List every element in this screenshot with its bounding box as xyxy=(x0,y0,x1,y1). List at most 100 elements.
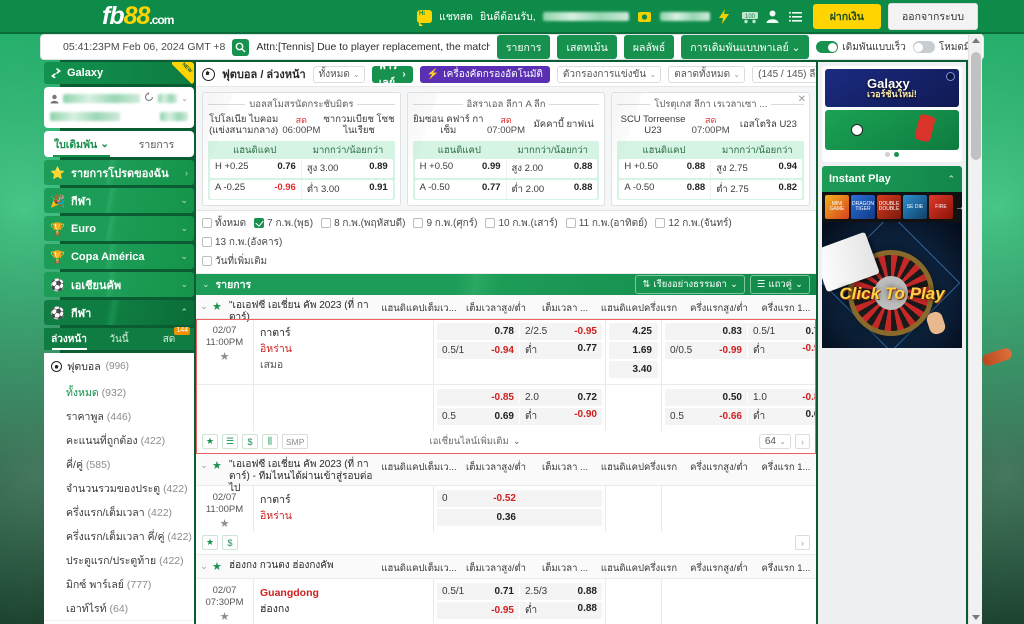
nav-button-statement[interactable]: เสตทเม้น xyxy=(557,35,617,59)
dollar-icon[interactable]: $ xyxy=(222,535,238,551)
sidebar-market-correct-score[interactable]: คะแนนที่ถูกต้อง (422) xyxy=(44,428,194,452)
odds-row[interactable]: A -0.25 -0.96 ต่ำ 3.00 0.91 xyxy=(210,179,393,199)
chart-icon[interactable]: ⫼ xyxy=(262,434,278,450)
market-filter-dropdown[interactable]: ตลาดทั้งหมด ⌄ xyxy=(668,65,746,83)
promo-cta[interactable]: Click To Play xyxy=(822,284,962,304)
live-card[interactable]: บอลสโมสรนัดกระชับมิตร โปโลเนีย ไบคอม (แข… xyxy=(202,92,401,206)
scrollbar-thumb[interactable] xyxy=(971,52,981,160)
checkbox[interactable] xyxy=(202,237,212,248)
collapse-icon[interactable]: ⌄ xyxy=(196,295,212,312)
subtab-early[interactable]: ล่วงหน้า xyxy=(44,328,94,350)
sidebar-market-total-goals[interactable]: จำนวนรวมของประตู (422) xyxy=(44,476,194,500)
smp-button[interactable]: SMP xyxy=(282,434,309,450)
odds-row[interactable]: A -0.50 0.88 ต่ำ 2.75 0.82 xyxy=(619,179,803,199)
league-header-row[interactable]: ⌄ ★ "เอเอฟซี เอเชี่ยน คัพ 2023 (ที่ กาตา… xyxy=(196,294,816,323)
checkbox[interactable] xyxy=(485,218,496,229)
sidebar-item-euro[interactable]: 🏆 Euro ⌄ xyxy=(44,216,194,241)
carousel-dot-active[interactable] xyxy=(894,152,899,157)
banner-football[interactable] xyxy=(825,110,959,150)
odds-row[interactable]: A -0.50 0.77 ต่ำ 2.00 0.88 xyxy=(414,179,598,199)
odds-cell[interactable]: 0.5 0.69 ต่ำ -0.90 xyxy=(437,407,602,425)
chevron-up-icon[interactable]: ⌃ xyxy=(947,174,955,185)
deposit-button[interactable]: ฝากเงิน xyxy=(812,3,881,29)
instant-play-header[interactable]: Instant Play ⌃ xyxy=(822,166,962,192)
tab-mybets[interactable]: รายการ xyxy=(119,131,194,157)
subtab-today[interactable]: วันนี้ xyxy=(94,328,144,350)
chevron-down-icon[interactable]: ⌄ xyxy=(181,94,188,103)
site-logo[interactable]: fb88.com xyxy=(102,3,174,29)
date-checkbox-feb13[interactable]: 13 ก.พ.(อังคาร) xyxy=(202,235,282,250)
star-icon[interactable]: ★ xyxy=(196,518,253,532)
view-mode-button[interactable]: ☰ แถวคู่ ⌄ xyxy=(749,274,810,294)
date-checkbox-more[interactable]: วันที่เพิ่มเติม xyxy=(202,254,810,269)
games-next-arrow[interactable]: → xyxy=(955,202,966,213)
odds-cell[interactable]: 0/0.5 -0.99 ต่ำ -0.95 xyxy=(665,341,816,359)
date-checkbox-feb11[interactable]: 11 ก.พ.(อาทิตย์) xyxy=(565,216,647,231)
odds-row[interactable]: H +0.25 0.76 สูง 3.00 0.89 xyxy=(210,159,393,179)
refresh-icon[interactable] xyxy=(144,92,154,105)
sidebar-market-odd-even[interactable]: คี่/คู่ (585) xyxy=(44,452,194,476)
star-icon[interactable]: ★ xyxy=(212,454,226,472)
user-icon[interactable] xyxy=(765,9,782,24)
parlay-button[interactable]: พาร์เลย์ › xyxy=(371,62,413,89)
league-header-row[interactable]: ⌄ ★ "เอเอฟซี เอเชี่ยน คัพ 2023 (ที่ กาตา… xyxy=(196,453,816,494)
home-team-name[interactable]: กาตาร์ xyxy=(260,492,427,508)
scroll-down-arrow[interactable] xyxy=(972,615,980,620)
star-icon[interactable]: ★ xyxy=(212,295,226,313)
sidebar-market-mix-parlay[interactable]: มิกซ์ พาร์เลย์ (777) xyxy=(44,572,194,596)
odds-cell[interactable]: 3.40 xyxy=(609,360,658,378)
odds-cell[interactable]: 4.25 xyxy=(609,322,658,340)
close-icon[interactable]: ✕ xyxy=(798,94,806,105)
select-all-dropdown[interactable]: ทั้งหมด ⌄ xyxy=(312,65,365,83)
away-team-name[interactable]: ฮ่องกง xyxy=(260,601,427,617)
wallet-icon[interactable] xyxy=(636,9,653,24)
checkbox[interactable] xyxy=(655,218,666,229)
tab-betslip[interactable]: ใบเดิมพัน ⌄ xyxy=(44,131,119,157)
subtab-live[interactable]: สด 144 xyxy=(144,327,194,350)
away-team-name[interactable]: อิหร่าน xyxy=(260,341,427,357)
odds-cell[interactable]: 0.5 -0.66 ต่ำ 0.64 xyxy=(665,407,816,425)
date-checkbox-feb9[interactable]: 9 ก.พ.(ศุกร์) xyxy=(413,216,477,231)
game-thumb[interactable]: DOUBLE DOUBLE xyxy=(877,195,901,219)
league-header-row[interactable]: ⌄ ★ ฮ่องกง กวนตง ฮ่องกงคัพ แฮนดิแคปเต็มเ… xyxy=(196,554,816,579)
sidebar-item-sports-expanded[interactable]: ⚽ กีฬา ⌃ xyxy=(44,300,194,325)
odds-row[interactable]: H +0.50 0.99 สูง 2.00 0.88 xyxy=(414,159,598,179)
game-thumb[interactable]: FIRE xyxy=(929,195,953,219)
live-card[interactable]: อิสราเอล ลีกา A ลีก ยิมซอน คฟาร์ กา เซ็ม… xyxy=(406,92,606,206)
sidebar-market-pool[interactable]: ราคาพูล (446) xyxy=(44,404,194,428)
league-count-box[interactable]: (145 / 145) ลีกค์ xyxy=(752,65,816,83)
home-team-name[interactable]: กาตาร์ xyxy=(260,325,427,341)
star-icon[interactable]: ★ xyxy=(202,434,218,450)
odds-cell[interactable]: -0.85 2.0 0.72 xyxy=(437,388,602,406)
dollar-icon[interactable]: $ xyxy=(242,434,258,450)
date-checkbox-feb10[interactable]: 10 ก.พ.(เสาร์) xyxy=(485,216,558,231)
scroll-up-arrow[interactable] xyxy=(972,38,980,43)
sidebar-market-outright[interactable]: เอาท์ไรท์ (64) xyxy=(44,596,194,620)
checkbox[interactable] xyxy=(202,256,212,267)
checkbox[interactable] xyxy=(413,218,424,229)
next-page-icon[interactable]: › xyxy=(794,434,810,450)
odds-cell[interactable]: 0.5/1 0.71 2.5/3 0.88 xyxy=(437,582,602,600)
odds-cell[interactable]: 0.5/1 -0.94 ต่ำ 0.77 xyxy=(437,341,602,359)
nav-button-list[interactable]: รายการ xyxy=(496,35,551,59)
more-asian-lines-button[interactable]: เอเชี่ยนไลน์เพิ่มเติม ⌄ xyxy=(429,434,520,449)
odds-row[interactable]: H +0.50 0.88 สูง 2.75 0.94 xyxy=(619,159,803,179)
lightning-icon[interactable] xyxy=(717,8,734,24)
logout-button[interactable]: ออกจากระบบ xyxy=(888,2,978,30)
game-thumb[interactable]: SE DIE xyxy=(903,195,927,219)
fast-bet-toggle[interactable] xyxy=(816,41,839,53)
odds-cell[interactable]: 0.78 2/2.5 -0.95 xyxy=(437,322,602,340)
sort-button[interactable]: ⇅ เรียงอย่างธรรมดา ⌄ xyxy=(635,274,745,294)
search-icon[interactable] xyxy=(232,38,250,56)
chat-label[interactable]: แชทสด xyxy=(439,8,473,25)
sidebar-sport-football[interactable]: ฟุตบอล (996) xyxy=(44,353,194,380)
list-icon[interactable] xyxy=(788,9,806,24)
match-filter-dropdown[interactable]: ตัวกรองการแข่งขัน ⌄ xyxy=(556,65,662,83)
sidebar-market-first-last-goal[interactable]: ประตูแรก/ประตูท้าย (422) xyxy=(44,548,194,572)
sidebar-galaxy-banner[interactable]: Galaxy NEW xyxy=(44,62,194,84)
game-thumb[interactable]: MINI GAME xyxy=(825,195,849,219)
star-icon[interactable]: ★ xyxy=(202,535,218,551)
checkbox[interactable] xyxy=(565,218,576,229)
collapse-icon[interactable]: ⌄ xyxy=(196,555,212,572)
stats-icon[interactable]: ☰ xyxy=(222,434,238,450)
